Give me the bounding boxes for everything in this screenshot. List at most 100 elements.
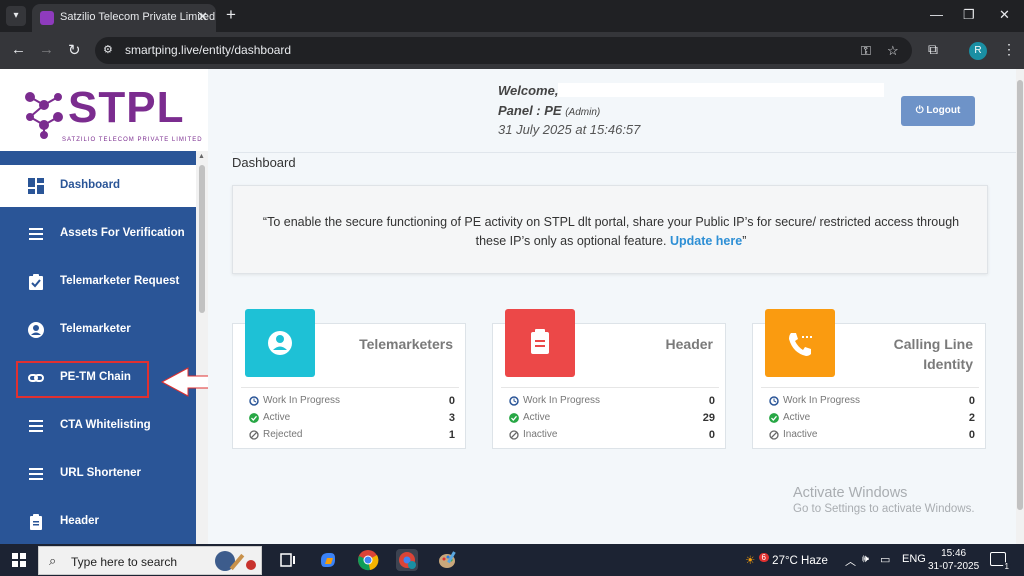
clipboard-icon	[30, 514, 42, 530]
ban-icon	[509, 430, 519, 440]
new-tab-button[interactable]: +	[226, 5, 236, 25]
clipboard-check-icon	[29, 274, 43, 290]
tab-close-icon[interactable]: ✕	[197, 9, 208, 25]
sidebar-item-header[interactable]: Header	[0, 501, 196, 543]
notice-end-quote: ”	[742, 234, 747, 248]
task-view-icon[interactable]	[276, 549, 298, 571]
watermark-line1: Activate Windows	[793, 485, 908, 501]
watermark-line2: Go to Settings to activate Windows.	[793, 503, 975, 515]
close-window-icon[interactable]: ✕	[999, 7, 1010, 23]
user-circle-icon	[268, 331, 292, 355]
paint-app-icon[interactable]	[436, 549, 458, 571]
windows-start-icon[interactable]	[12, 553, 26, 567]
update-here-link[interactable]: Update here	[670, 234, 742, 248]
browser-tab-bar: ▾ Satzilio Telecom Private Limited ✕ + —…	[0, 0, 1024, 32]
scroll-up-icon[interactable]: ▲	[198, 153, 205, 160]
phone-icon	[789, 333, 812, 356]
page-title: Dashboard	[232, 155, 296, 170]
bookmark-star-icon[interactable]: ☆	[887, 43, 899, 59]
taskbar-search[interactable]: ⌕ Type here to search	[38, 546, 262, 575]
ban-icon	[249, 430, 259, 440]
browser-menu-icon[interactable]: ⋮	[1002, 41, 1016, 58]
sidebar-item-dashboard[interactable]: Dashboard	[0, 165, 196, 207]
stat-value: 0	[708, 429, 715, 441]
ban-icon	[769, 430, 779, 440]
browser-toolbar: ← → ↻ ⚙ smartping.live/entity/dashboard …	[0, 32, 1024, 69]
stat-value: 29	[702, 412, 715, 424]
username-redacted	[558, 83, 884, 97]
chrome-profile-active-icon[interactable]	[396, 549, 418, 571]
minimize-icon[interactable]: —	[930, 7, 943, 22]
stat-label: Inactive	[523, 429, 558, 440]
stat-label: Active	[523, 412, 551, 423]
sidebar-item-telemarketer-request[interactable]: Telemarketer Request	[0, 261, 196, 303]
card-title-line1: Calling Line	[893, 336, 973, 352]
notification-count: 1	[1002, 562, 1011, 571]
sidebar-item-telemarketer[interactable]: Telemarketer	[0, 309, 196, 351]
stat-row: Inactive 0	[769, 429, 975, 445]
telemarketers-card[interactable]: Telemarketers Work In Progress 0 Active …	[232, 309, 466, 449]
card-divider	[761, 387, 979, 388]
card-title-line1: Header	[665, 336, 713, 352]
copilot-icon[interactable]	[317, 549, 339, 571]
stat-label: Active	[783, 412, 811, 423]
card-title: Telemarketers	[359, 334, 453, 354]
sidebar-item-label: CTA Whitelisting	[60, 419, 151, 431]
sidebar-item-label: Dashboard	[60, 179, 121, 191]
stat-value: 0	[968, 395, 975, 407]
restore-icon[interactable]: ❐	[963, 7, 975, 23]
public-ip-notice: “To enable the secure functioning of PE …	[232, 185, 988, 274]
sidebar-item-url-shortener[interactable]: URL Shortener	[0, 453, 196, 495]
sidebar-item-cta-whitelisting[interactable]: CTA Whitelisting	[0, 405, 196, 447]
clock-date: 31-07-2025	[928, 561, 980, 572]
taskbar-clock[interactable]: 15:46 31-07-2025	[928, 547, 979, 573]
stat-row: Active 29	[509, 412, 715, 428]
logout-button[interactable]: ⏻ Logout	[901, 96, 975, 126]
card-title: Header	[666, 334, 713, 354]
logo-subtitle: SATZILIO TELECOM PRIVATE LIMITED	[62, 137, 203, 143]
forward-arrow-icon[interactable]: →	[39, 41, 54, 58]
tab-search-button[interactable]: ▾	[6, 6, 26, 26]
password-key-icon[interactable]: ⚿	[861, 43, 871, 59]
sidebar-item-label: Assets For Verification	[60, 227, 185, 239]
back-arrow-icon[interactable]: ←	[11, 41, 26, 58]
sidebar-scroll-thumb[interactable]	[199, 165, 205, 313]
notification-center-icon[interactable]: 1	[990, 552, 1011, 571]
stat-row: Active 2	[769, 412, 975, 428]
language-indicator[interactable]: ENG	[902, 553, 926, 565]
address-bar[interactable]: ⚙ smartping.live/entity/dashboard ⚿ ☆	[95, 37, 912, 64]
list-icon	[29, 468, 43, 480]
activate-windows-watermark: Activate Windows Go to Settings to activ…	[793, 485, 975, 515]
calling-line-identity-card[interactable]: Calling Line Identity Work In Progress 0…	[752, 309, 986, 449]
stat-value: 1	[448, 429, 455, 441]
browser-tab[interactable]: Satzilio Telecom Private Limited ✕	[32, 4, 216, 32]
notice-message: “To enable the secure functioning of PE …	[262, 215, 960, 248]
logo-mark-icon	[25, 92, 63, 139]
sidebar-item-assets-for-verification[interactable]: Assets For Verification	[0, 213, 196, 255]
site-info-icon[interactable]: ⚙	[103, 43, 118, 58]
card-title-line2: Identity	[923, 356, 973, 372]
network-icon[interactable]: ▭	[880, 553, 890, 566]
panel-info: Panel : PE (Admin)	[498, 103, 600, 118]
in-progress-icon	[769, 396, 779, 406]
url-text[interactable]: smartping.live/entity/dashboard	[125, 43, 291, 57]
reload-icon[interactable]: ↻	[68, 41, 81, 59]
stat-value: 2	[968, 412, 975, 424]
volume-icon[interactable]: 🕪	[862, 553, 869, 566]
show-hidden-icons-icon[interactable]: ︿	[845, 553, 856, 569]
profile-avatar[interactable]: R	[969, 42, 987, 60]
card-divider	[501, 387, 719, 388]
sidebar: STPL SATZILIO TELECOM PRIVATE LIMITED Da…	[0, 69, 208, 544]
chrome-icon[interactable]	[357, 549, 379, 571]
stat-value: 0	[448, 395, 455, 407]
page-scroll-thumb[interactable]	[1017, 80, 1023, 510]
sidebar-item-label: Telemarketer	[60, 323, 131, 335]
extensions-icon[interactable]: ⧉	[928, 41, 938, 58]
stat-value: 3	[448, 412, 455, 424]
check-circle-icon	[769, 413, 779, 423]
weather-text: 27°C Haze	[772, 555, 828, 567]
header-card[interactable]: Header Work In Progress 0 Active 29 Inac…	[492, 309, 726, 449]
search-placeholder[interactable]: Type here to search	[71, 555, 177, 569]
weather-widget[interactable]: ☀ 6 27°C Haze	[745, 553, 828, 567]
stat-value: 0	[968, 429, 975, 441]
